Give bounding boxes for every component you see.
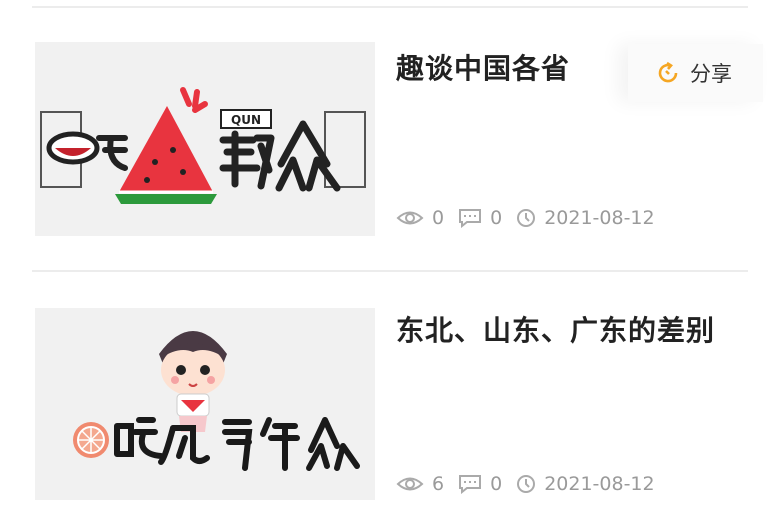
article-thumbnail[interactable]: [35, 308, 375, 500]
views-stat: 6: [396, 473, 444, 495]
top-divider: [32, 6, 748, 8]
views-count: 6: [432, 473, 445, 495]
comments-count: 0: [490, 207, 503, 229]
eye-icon: [396, 211, 424, 225]
publish-date: 2021-08-12: [544, 473, 655, 495]
views-stat: 0: [396, 207, 444, 229]
comments-stat: 0: [458, 207, 502, 229]
comments-stat: 0: [458, 473, 502, 495]
publish-date: 2021-08-12: [544, 207, 655, 229]
logo-image-cartoon-boy: [73, 331, 360, 471]
date-stat: 2021-08-12: [516, 207, 655, 229]
article-thumbnail[interactable]: QUN: [35, 42, 375, 236]
comments-count: 0: [490, 473, 503, 495]
comment-icon: [459, 475, 482, 494]
article-title[interactable]: 东北、山东、广东的差别: [396, 310, 726, 352]
eye-icon: [396, 477, 424, 491]
clock-icon: [517, 475, 536, 493]
share-label: 分享: [690, 62, 732, 86]
date-stat: 2021-08-12: [516, 473, 655, 495]
article-divider: [32, 270, 748, 272]
share-icon: [658, 61, 678, 83]
article-meta: 6 0 2021-08-12: [396, 472, 655, 496]
article-meta: 0 0 2021-08-12: [396, 206, 655, 230]
share-button[interactable]: 分享: [628, 44, 763, 102]
logo-qun-text: QUN: [231, 113, 261, 127]
comment-icon: [459, 209, 482, 228]
clock-icon: [517, 209, 536, 227]
views-count: 0: [432, 207, 445, 229]
logo-image-watermelon: QUN: [40, 87, 366, 204]
